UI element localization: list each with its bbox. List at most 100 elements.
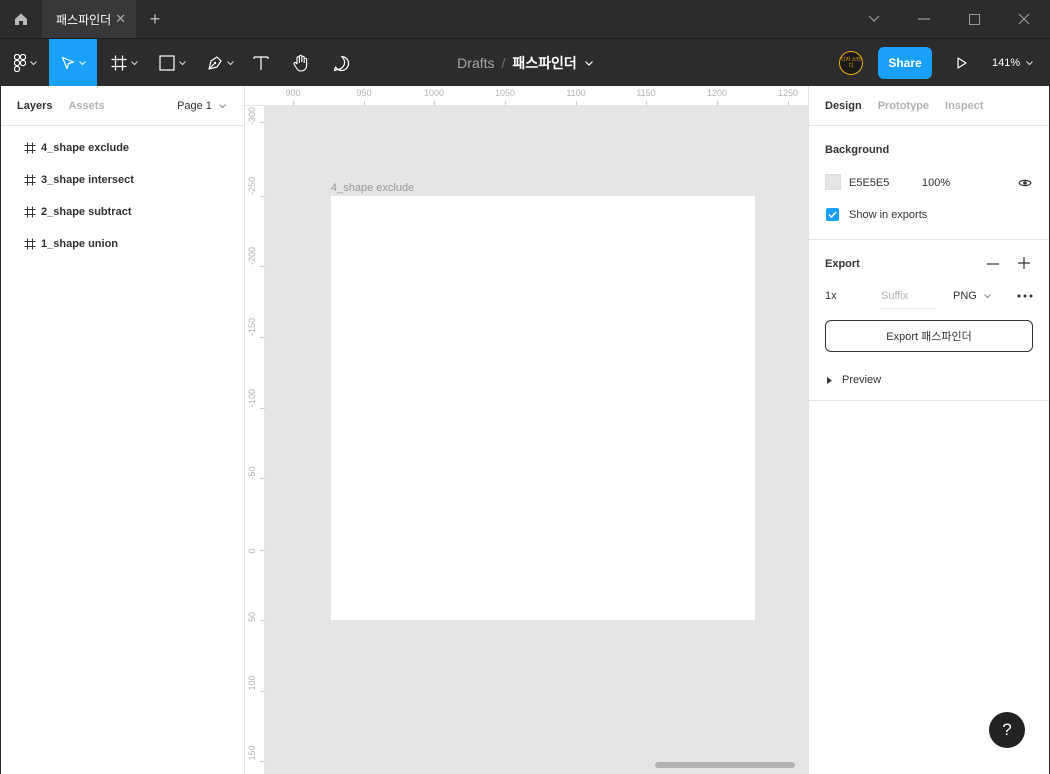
- layer-item[interactable]: 3_shape intersect: [1, 164, 244, 196]
- title-bar: 패스파인더 ✕ +: [0, 0, 1050, 38]
- properties-panel: Design Prototype Inspect Background E5E5…: [808, 86, 1050, 774]
- maximize-icon: [968, 13, 980, 25]
- minimize-button[interactable]: [899, 0, 949, 38]
- export-format: PNG: [953, 290, 977, 302]
- ruler-tick-label: 150: [247, 745, 257, 761]
- text-tool-button[interactable]: [246, 39, 276, 87]
- checkmark-icon: [828, 211, 837, 218]
- eye-icon[interactable]: [1018, 178, 1032, 188]
- ruler-tick-label: 1200: [706, 88, 728, 98]
- layer-item[interactable]: 4_shape exclude: [1, 132, 244, 164]
- background-title: Background: [825, 144, 890, 156]
- canvas[interactable]: 4_shape exclude: [265, 106, 808, 774]
- ruler-horizontal: 900 950 1000 1050 1100 1150 1200 1250: [245, 86, 808, 106]
- maximize-button[interactable]: [949, 0, 999, 38]
- main-menu-button[interactable]: [6, 39, 44, 87]
- tab-design[interactable]: Design: [825, 100, 862, 112]
- tab-assets[interactable]: Assets: [68, 100, 104, 112]
- ruler-tick-label: -200: [247, 246, 257, 265]
- play-icon: [957, 57, 967, 69]
- preview-toggle[interactable]: Preview: [827, 374, 881, 386]
- background-section: Background E5E5E5 100% Show in exports: [809, 126, 1049, 240]
- tab-layers[interactable]: Layers: [17, 100, 52, 112]
- export-format-select[interactable]: PNG: [953, 290, 991, 302]
- ruler-tick-label: 900: [285, 88, 301, 98]
- comment-tool-button[interactable]: [326, 39, 356, 87]
- ruler-tick-label: 1000: [423, 88, 445, 98]
- new-tab-button[interactable]: +: [136, 0, 174, 38]
- chevron-down-icon: [78, 60, 86, 65]
- right-panel-tabs: Design Prototype Inspect: [809, 86, 1049, 126]
- layers-panel: Layers Assets Page 1 4_shape exclude 3_s…: [0, 86, 245, 774]
- chevron-down-icon[interactable]: [584, 60, 593, 66]
- show-in-exports-label: Show in exports: [849, 209, 928, 221]
- present-button[interactable]: [950, 39, 974, 87]
- more-options-icon[interactable]: [1017, 294, 1033, 298]
- layer-name: 4_shape exclude: [41, 142, 130, 154]
- frame-icon: [24, 174, 36, 186]
- background-color-swatch[interactable]: [825, 174, 841, 190]
- layer-name: 2_shape subtract: [41, 206, 132, 218]
- minus-icon[interactable]: [987, 263, 999, 265]
- ruler-tick-label: -250: [247, 176, 257, 195]
- show-in-exports-checkbox[interactable]: [826, 208, 839, 221]
- close-window-button[interactable]: [999, 0, 1049, 38]
- chevron-down-icon: [1026, 60, 1033, 65]
- export-scale[interactable]: 1x: [825, 290, 837, 302]
- ruler-tick-label: 0: [247, 548, 257, 554]
- file-name[interactable]: 패스파인더: [512, 53, 576, 73]
- frame-icon: [111, 55, 126, 71]
- home-button[interactable]: [0, 0, 42, 38]
- frame-tool-button[interactable]: [104, 39, 144, 87]
- frame-icon: [24, 142, 36, 154]
- file-tab[interactable]: 패스파인더 ✕: [42, 0, 136, 38]
- tab-inspect[interactable]: Inspect: [945, 100, 984, 112]
- ruler-tick-label: 1150: [636, 88, 656, 98]
- file-tab-title: 패스파인더: [56, 12, 112, 27]
- layer-item[interactable]: 2_shape subtract: [1, 196, 244, 228]
- comment-icon: [333, 55, 349, 71]
- page-selector-label: Page 1: [177, 99, 212, 112]
- share-button[interactable]: Share: [878, 47, 932, 79]
- frame-label[interactable]: 4_shape exclude: [331, 182, 414, 194]
- export-button[interactable]: Export 패스파인더: [825, 320, 1033, 352]
- layer-item[interactable]: 1_shape union: [1, 228, 244, 260]
- layer-name: 3_shape intersect: [41, 174, 134, 186]
- chevron-down-icon: [226, 60, 234, 65]
- frame-icon: [24, 206, 36, 218]
- plus-icon[interactable]: [1018, 257, 1030, 269]
- shape-tool-button[interactable]: [152, 39, 192, 87]
- breadcrumb-drafts-link[interactable]: Drafts: [457, 55, 494, 71]
- close-tab-icon[interactable]: ✕: [115, 11, 126, 27]
- page-selector[interactable]: Page 1: [177, 100, 226, 112]
- figma-logo-icon: [13, 54, 26, 72]
- ruler-tick-label: 950: [356, 88, 372, 98]
- avatar[interactable]: 디자 스터디: [839, 51, 863, 75]
- hand-icon: [293, 54, 308, 72]
- ruler-tick-label: -50: [247, 466, 257, 480]
- ruler-tick-label: 1050: [494, 88, 516, 98]
- horizontal-scrollbar[interactable]: [655, 762, 795, 768]
- ruler-tick-label: 1100: [566, 88, 586, 98]
- zoom-level: 141%: [992, 57, 1021, 69]
- left-panel-tabs: Layers Assets Page 1: [1, 86, 244, 126]
- background-hex[interactable]: E5E5E5: [849, 177, 889, 189]
- export-suffix-input[interactable]: Suffix: [881, 290, 937, 309]
- help-button[interactable]: ?: [989, 712, 1025, 748]
- ruler-tick-label: -100: [247, 388, 257, 407]
- move-tool-button[interactable]: [49, 39, 97, 87]
- chevron-down-icon: [219, 103, 226, 108]
- background-opacity[interactable]: 100%: [922, 177, 950, 189]
- tabs-dropdown-button[interactable]: [849, 0, 899, 38]
- chevron-down-icon: [130, 60, 138, 65]
- tab-prototype[interactable]: Prototype: [878, 100, 929, 112]
- caret-right-icon: [827, 376, 832, 384]
- export-section: Export 1x Suffix PNG Export 패스파인더 Previe…: [809, 240, 1049, 401]
- zoom-dropdown[interactable]: 141%: [992, 39, 1033, 87]
- frame[interactable]: [331, 196, 755, 620]
- pen-tool-button[interactable]: [200, 39, 240, 87]
- hand-tool-button[interactable]: [286, 39, 316, 87]
- preview-label: Preview: [842, 374, 882, 386]
- ruler-tick-label: -150: [247, 317, 257, 336]
- ruler-tick-label: 1250: [777, 88, 799, 98]
